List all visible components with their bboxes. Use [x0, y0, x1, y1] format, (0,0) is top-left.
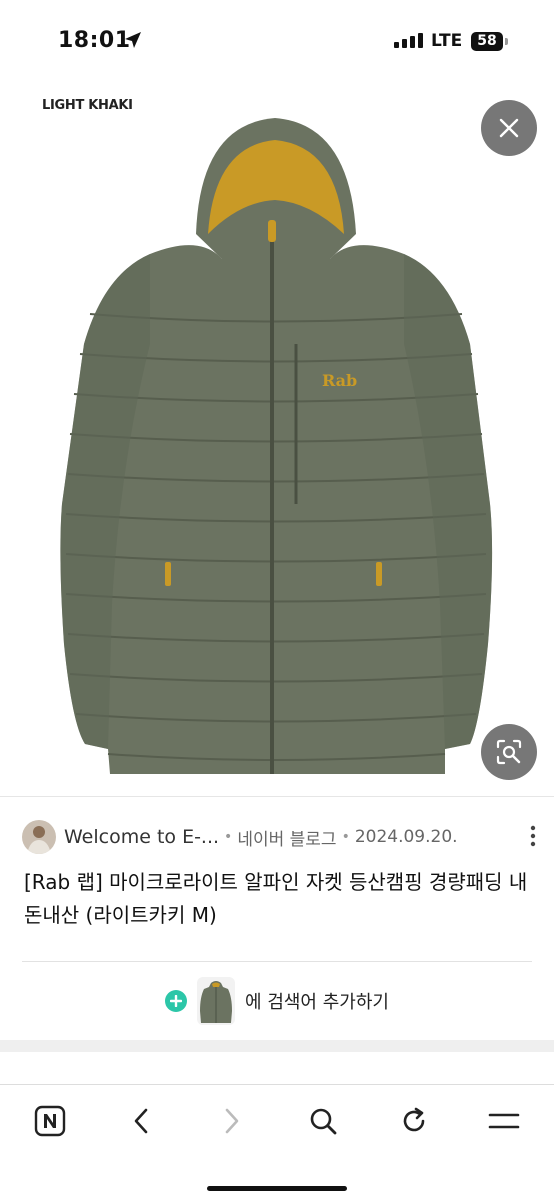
- separator-dot: •: [224, 829, 233, 845]
- site-name[interactable]: Welcome to E-...: [64, 826, 219, 848]
- close-button[interactable]: [481, 100, 537, 156]
- separator-dot: •: [341, 829, 350, 845]
- status-time: 18:01: [58, 28, 131, 53]
- jacket-thumbnail: [197, 977, 236, 1025]
- section-separator: [0, 1040, 554, 1052]
- search-button[interactable]: [303, 1101, 343, 1141]
- network-type: LTE: [431, 31, 463, 51]
- battery-cap: [505, 38, 508, 45]
- back-icon: [134, 1108, 148, 1134]
- variant-label: LIGHT KHAKI: [42, 98, 133, 113]
- location-arrow-icon: [125, 32, 141, 48]
- battery-indicator: 58: [471, 32, 503, 51]
- home-indicator: [207, 1186, 347, 1191]
- refresh-icon: [403, 1107, 425, 1132]
- brand-logo: Rab: [322, 371, 357, 390]
- divider: [22, 961, 532, 962]
- product-image[interactable]: Rab: [0, 84, 554, 796]
- refresh-button[interactable]: [394, 1101, 434, 1141]
- naver-n-icon: [34, 1105, 66, 1137]
- add-to-search-button[interactable]: 에 검색어 추가하기: [0, 975, 554, 1027]
- result-source-row[interactable]: Welcome to E-... • 네이버 블로그 • 2024.09.20.: [22, 820, 542, 854]
- naver-home-button[interactable]: [30, 1101, 70, 1141]
- back-button[interactable]: [121, 1101, 161, 1141]
- jacket-illustration: Rab: [60, 118, 493, 775]
- close-icon: [499, 118, 519, 138]
- status-bar: 18:01 LTE 58: [0, 0, 554, 84]
- visual-search-button[interactable]: [481, 724, 537, 780]
- search-icon: [310, 1108, 337, 1135]
- browser-toolbar: [0, 1084, 554, 1155]
- add-search-text: 에 검색어 추가하기: [245, 992, 389, 1013]
- image-search-icon: [496, 739, 522, 765]
- result-date: 2024.09.20.: [354, 827, 458, 847]
- site-avatar: [22, 820, 56, 854]
- divider: [0, 796, 554, 797]
- forward-icon: [225, 1108, 239, 1134]
- result-title-link[interactable]: [Rab 랩] 마이크로라이트 알파인 자켓 등산캠핑 경량패딩 내돈내산 (라…: [24, 866, 534, 932]
- menu-icon: [488, 1113, 520, 1129]
- forward-button[interactable]: [212, 1101, 252, 1141]
- plus-icon: [165, 990, 188, 1012]
- menu-button[interactable]: [484, 1101, 524, 1141]
- cellular-signal-icon: [394, 33, 423, 48]
- more-vertical-icon[interactable]: [528, 824, 538, 848]
- source-type: 네이버 블로그: [237, 829, 337, 850]
